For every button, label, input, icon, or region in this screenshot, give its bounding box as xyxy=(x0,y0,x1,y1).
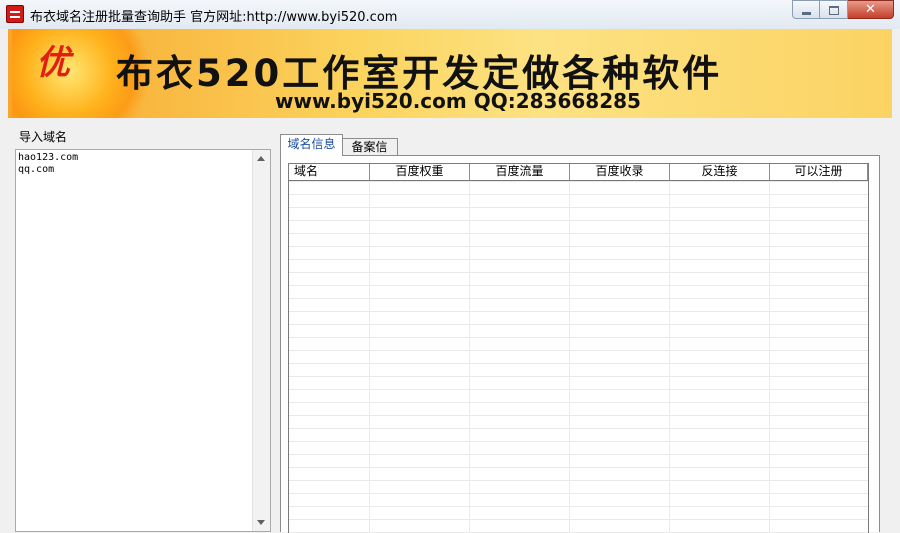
column-header-domain[interactable]: 域名 xyxy=(289,164,370,180)
window-controls: ✕ xyxy=(792,0,894,19)
column-divider xyxy=(769,181,770,533)
domain-input-textarea[interactable]: hao123.com qq.com xyxy=(15,149,271,532)
column-header-backlinks[interactable]: 反连接 xyxy=(670,164,770,180)
column-header-baidu-index[interactable]: 百度收录 xyxy=(570,164,670,180)
tab-panel-domain-info: 域名 百度权重 百度流量 百度收录 反连接 可以注册 xyxy=(280,155,880,533)
tab-domain-info[interactable]: 域名信息 xyxy=(280,134,343,156)
app-icon[interactable] xyxy=(6,5,24,23)
import-domains-label: 导入域名 xyxy=(19,130,68,144)
column-divider xyxy=(569,181,570,533)
table-header: 域名 百度权重 百度流量 百度收录 反连接 可以注册 xyxy=(289,164,868,181)
column-header-baidu-weight[interactable]: 百度权重 xyxy=(370,164,470,180)
column-divider xyxy=(469,181,470,533)
table-body[interactable] xyxy=(289,181,868,533)
domain-input-text[interactable]: hao123.com qq.com xyxy=(18,152,78,176)
window-title: 布衣域名注册批量查询助手 官方网址:http://www.byi520.com xyxy=(30,10,398,25)
ad-banner: 优 布衣520工作室开发定做各种软件 www.byi520.com QQ:283… xyxy=(8,29,892,118)
column-divider xyxy=(369,181,370,533)
tab-icp-info[interactable]: 备案信息 xyxy=(341,138,398,170)
maximize-button[interactable] xyxy=(820,0,848,19)
column-header-registrable[interactable]: 可以注册 xyxy=(770,164,868,180)
close-button[interactable]: ✕ xyxy=(848,0,894,19)
column-header-baidu-traffic[interactable]: 百度流量 xyxy=(470,164,570,180)
scroll-up-arrow-icon[interactable] xyxy=(257,156,265,161)
results-table[interactable]: 域名 百度权重 百度流量 百度收录 反连接 可以注册 xyxy=(288,163,869,533)
textarea-scrollbar[interactable] xyxy=(252,150,270,531)
scroll-down-arrow-icon[interactable] xyxy=(257,520,265,525)
column-divider xyxy=(669,181,670,533)
banner-badge-char: 优 xyxy=(36,43,70,83)
minimize-button[interactable] xyxy=(792,0,820,19)
title-bar[interactable]: 布衣域名注册批量查询助手 官方网址:http://www.byi520.com … xyxy=(0,0,900,29)
banner-subtitle: www.byi520.com QQ:283668285 xyxy=(275,89,641,113)
close-icon: ✕ xyxy=(865,2,876,17)
